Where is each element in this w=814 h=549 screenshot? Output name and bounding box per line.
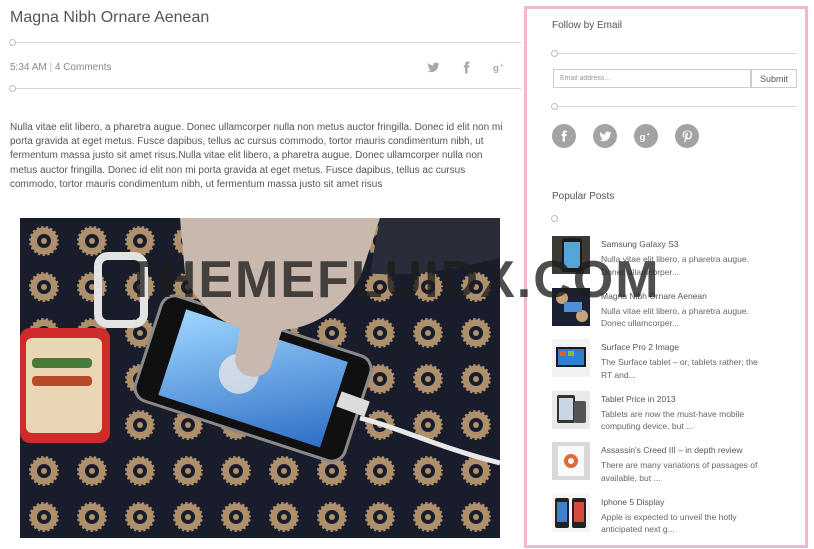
svg-text:+: + bbox=[646, 131, 650, 137]
facebook-icon[interactable] bbox=[460, 61, 473, 74]
popular-post-title[interactable]: Tablet Price in 2013 bbox=[601, 394, 676, 404]
post-thumbnail[interactable] bbox=[552, 287, 590, 326]
post-time: 5:34 AM bbox=[10, 62, 47, 73]
popular-post-excerpt: There are many variations of passages of… bbox=[601, 460, 758, 483]
twitter-icon[interactable] bbox=[427, 61, 440, 74]
meta-separator: | bbox=[49, 62, 53, 73]
post-thumbnail[interactable] bbox=[552, 390, 590, 429]
follow-by-email-title: Follow by Email bbox=[552, 20, 623, 31]
post-thumbnail[interactable] bbox=[552, 493, 590, 532]
popular-post-title[interactable]: Magna Nibh Ornare Aenean bbox=[601, 291, 707, 301]
main-content: Magna Nibh Ornare Aenean 5:34 AM | 4 Com… bbox=[0, 0, 524, 549]
svg-text:+: + bbox=[500, 63, 504, 69]
divider bbox=[551, 50, 797, 57]
popular-post-title[interactable]: Samsung Galaxy S3 bbox=[601, 239, 678, 249]
popular-post-title[interactable]: Iphone 5 Display bbox=[601, 497, 664, 507]
post-thumbnail[interactable] bbox=[552, 339, 590, 377]
post-thumbnail[interactable] bbox=[552, 236, 590, 274]
popular-post-excerpt: The Surface tablet – or, tablets rather;… bbox=[601, 357, 758, 380]
popular-post-title[interactable]: Surface Pro 2 Image bbox=[601, 342, 679, 352]
submit-button[interactable]: Submit bbox=[751, 69, 797, 88]
share-icons: g + bbox=[427, 61, 506, 74]
divider bbox=[9, 39, 521, 46]
email-field[interactable] bbox=[553, 69, 751, 88]
social-icons: g + bbox=[552, 124, 699, 148]
popular-post-excerpt: Tablets are now the must-have mobile com… bbox=[601, 408, 745, 432]
post-meta: 5:34 AM | 4 Comments bbox=[10, 62, 112, 73]
popular-post-title[interactable]: Assassin's Creed III – in depth review bbox=[601, 445, 742, 455]
sidebar: Follow by Email Submit g+ Popular Posts … bbox=[524, 6, 808, 548]
post-title[interactable]: Magna Nibh Ornare Aenean bbox=[10, 9, 209, 27]
google-plus-icon[interactable]: g + bbox=[493, 61, 506, 74]
twitter-icon[interactable] bbox=[593, 124, 617, 148]
divider bbox=[551, 103, 797, 110]
google-plus-icon[interactable]: g + bbox=[634, 124, 658, 148]
divider bbox=[9, 85, 521, 92]
post-thumbnail[interactable] bbox=[552, 442, 590, 480]
comments-link[interactable]: 4 Comments bbox=[55, 62, 112, 73]
popular-post-excerpt: Apple is expected to unveil the hotly an… bbox=[601, 511, 737, 535]
svg-text:g: g bbox=[639, 132, 645, 143]
popular-post-excerpt: Nulla vitae elit libero, a pharetra augu… bbox=[601, 254, 749, 277]
popular-post-excerpt: Nulla vitae elit libero, a pharetra augu… bbox=[601, 305, 749, 329]
svg-text:g: g bbox=[493, 63, 499, 74]
post-image bbox=[20, 218, 500, 538]
facebook-icon[interactable] bbox=[552, 124, 576, 148]
popular-posts-title: Popular Posts bbox=[552, 191, 615, 202]
pinterest-icon[interactable] bbox=[675, 124, 699, 148]
post-body: Nulla vitae elit libero, a pharetra augu… bbox=[10, 122, 503, 190]
